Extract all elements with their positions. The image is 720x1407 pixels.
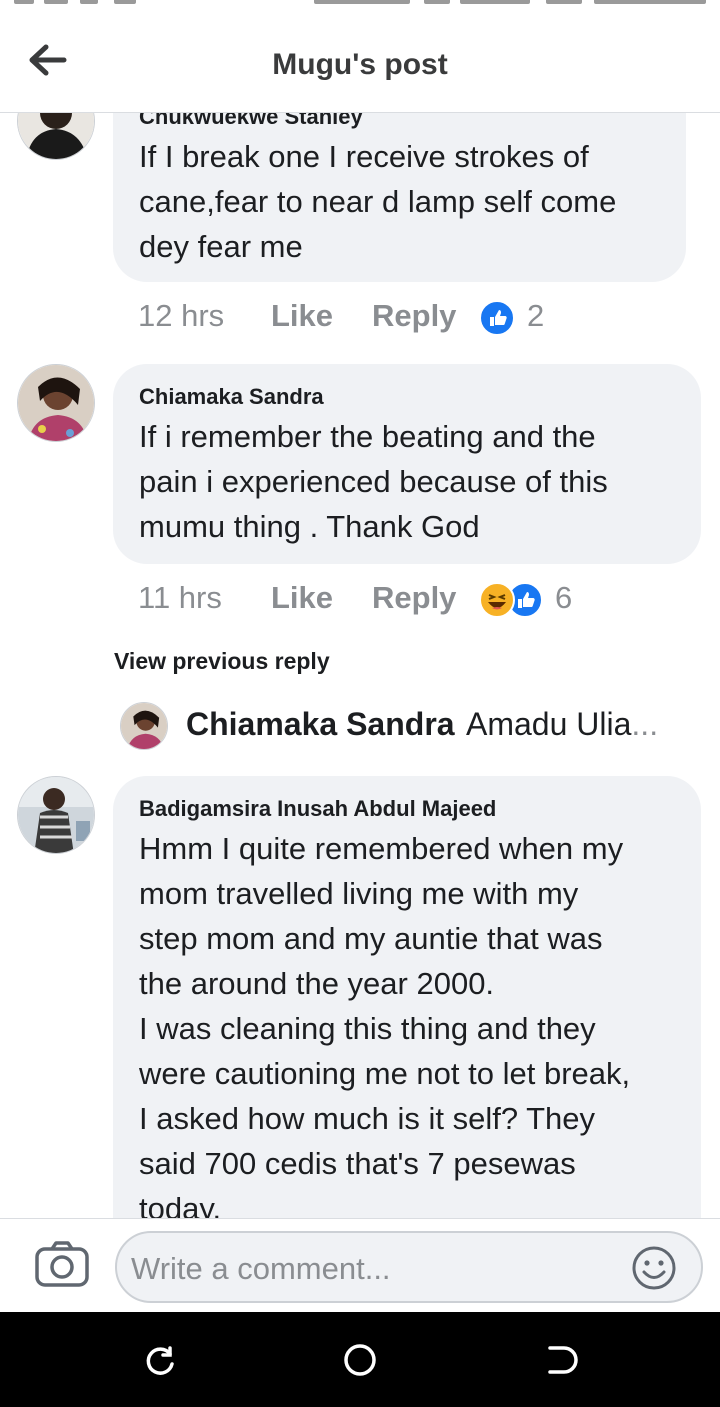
comment-author[interactable]: Chukwuekwe Stanley: [139, 112, 363, 130]
recent-apps-icon[interactable]: [142, 1342, 178, 1378]
system-nav-bar: [0, 1312, 720, 1407]
page-title: Mugu's post: [272, 48, 448, 81]
avatar[interactable]: [17, 776, 95, 854]
reaction-count[interactable]: 2: [527, 298, 544, 334]
reply-button[interactable]: Reply: [372, 298, 456, 334]
comment-placeholder: Write a comment...: [131, 1251, 391, 1286]
top-bar: Mugu's post: [0, 8, 720, 113]
reply-ellipsis: ...: [631, 706, 659, 742]
reply-preview[interactable]: Chiamaka Sandra Amadu Ulia...: [120, 702, 680, 750]
comment-author[interactable]: Chiamaka Sandra: [139, 384, 324, 410]
comments-feed[interactable]: Chukwuekwe Stanley If I break one I rece…: [0, 112, 720, 1218]
comment-time: 11 hrs: [138, 580, 222, 615]
avatar[interactable]: [17, 364, 95, 442]
comment-bubble[interactable]: Badigamsira Inusah Abdul Majeed Hmm I qu…: [113, 776, 701, 1218]
like-button[interactable]: Like: [271, 580, 333, 616]
like-button[interactable]: Like: [271, 298, 333, 334]
comment-actions: 11 hrs Like Reply 6: [138, 580, 588, 620]
home-icon[interactable]: [342, 1342, 378, 1378]
reaction-count[interactable]: 6: [555, 580, 572, 616]
reply-snippet: Amadu Ulia...: [466, 706, 658, 743]
view-previous-reply-link[interactable]: View previous reply: [114, 648, 330, 675]
status-bar: [0, 0, 720, 8]
like-reaction-icon[interactable]: [479, 300, 515, 336]
reply-button[interactable]: Reply: [372, 580, 456, 616]
comment-text: Hmm I quite remembered when my mom trave…: [139, 831, 631, 1218]
back-icon[interactable]: [542, 1342, 578, 1378]
reply-author[interactable]: Chiamaka Sandra: [186, 706, 455, 743]
comment-bubble[interactable]: Chukwuekwe Stanley If I break one I rece…: [113, 112, 686, 282]
comment-composer: Write a comment...: [0, 1218, 720, 1313]
comment-text: If I break one I receive strokes of cane…: [139, 139, 617, 264]
comment-input[interactable]: Write a comment...: [115, 1231, 703, 1303]
comment-actions: 12 hrs Like Reply 2: [138, 298, 588, 338]
reply-snippet-text: Amadu Ulia: [466, 706, 632, 742]
comment-text: If i remember the beating and the pain i…: [139, 419, 608, 544]
haha-reaction-icon[interactable]: [479, 582, 515, 618]
comment-author[interactable]: Badigamsira Inusah Abdul Majeed: [139, 796, 496, 822]
avatar[interactable]: [17, 112, 95, 160]
comment-bubble[interactable]: Chiamaka Sandra If i remember the beatin…: [113, 364, 701, 564]
comment-time: 12 hrs: [138, 298, 225, 333]
emoji-icon[interactable]: [631, 1245, 677, 1291]
camera-icon[interactable]: [34, 1239, 90, 1289]
avatar[interactable]: [120, 702, 168, 750]
